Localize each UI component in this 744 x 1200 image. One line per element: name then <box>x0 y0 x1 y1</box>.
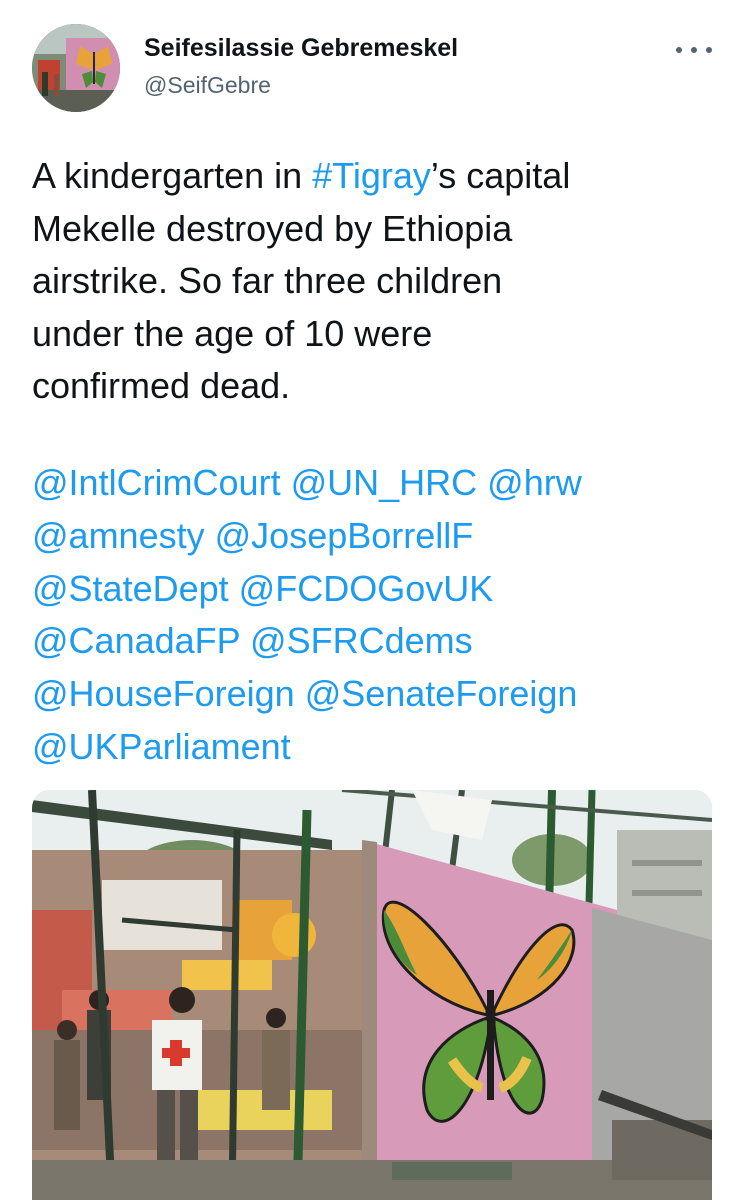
tweet-line: under the age of 10 were <box>32 312 433 354</box>
dot <box>691 47 697 53</box>
mention-link[interactable]: @hrw <box>487 462 582 503</box>
mention-link[interactable]: @SFRCdems <box>250 620 473 661</box>
mention-link[interactable]: @StateDept <box>32 568 229 609</box>
tweet-body: A kindergarten in #Tigray’s capital Meke… <box>32 150 712 413</box>
mention-link[interactable]: @UN_HRC <box>291 462 478 503</box>
dot <box>676 47 682 53</box>
avatar-image <box>32 24 120 112</box>
more-options-icon[interactable] <box>676 38 712 62</box>
text: ’s capital <box>430 155 571 196</box>
mentions-line: @UKParliament <box>32 721 722 774</box>
mentions-line: @HouseForeign @SenateForeign <box>32 668 722 721</box>
mention-link[interactable]: @IntlCrimCourt <box>32 462 281 503</box>
tweet-line: airstrike. So far three children <box>32 260 503 301</box>
tweet-line: confirmed dead. <box>32 365 291 406</box>
tweet-line: A kindergarten in #Tigray’s capital <box>32 150 712 203</box>
mention-link[interactable]: @CanadaFP <box>32 620 240 661</box>
mentions-block: @IntlCrimCourt @UN_HRC @hrw @amnesty @Jo… <box>32 457 722 774</box>
mentions-line: @StateDept @FCDOGovUK <box>32 563 722 616</box>
tweet-header: Seifesilassie Gebremeskel @SeifGebre <box>32 24 712 116</box>
mentions-line: @CanadaFP @SFRCdems <box>32 615 722 668</box>
mention-link[interactable]: @JosepBorrellF <box>215 515 474 556</box>
mention-link[interactable]: @amnesty <box>32 515 205 556</box>
mention-link[interactable]: @FCDOGovUK <box>239 568 494 609</box>
author-display-name[interactable]: Seifesilassie Gebremeskel <box>144 34 458 63</box>
mentions-line: @amnesty @JosepBorrellF <box>32 510 722 563</box>
mention-link[interactable]: @SenateForeign <box>305 673 578 714</box>
hashtag-link[interactable]: #Tigray <box>312 155 431 196</box>
mention-link[interactable]: @HouseForeign <box>32 673 295 714</box>
text: A kindergarten in <box>32 155 313 196</box>
mentions-line: @IntlCrimCourt @UN_HRC @hrw <box>32 457 722 510</box>
author-avatar[interactable] <box>32 24 120 112</box>
tweet-line: Mekelle destroyed by Ethiopia <box>32 207 513 249</box>
mention-link[interactable]: @UKParliament <box>32 726 291 767</box>
author-handle[interactable]: @SeifGebre <box>144 72 271 99</box>
tweet-media-photo[interactable] <box>32 790 712 1200</box>
destroyed-kindergarten-photo-icon <box>32 790 712 1200</box>
dot <box>706 47 712 53</box>
